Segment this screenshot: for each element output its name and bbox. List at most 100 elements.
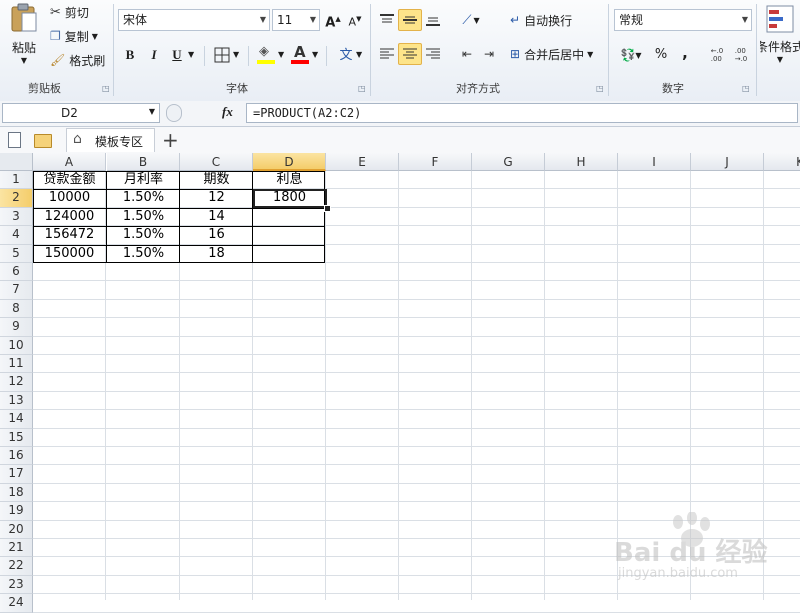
row-header[interactable]: 18 <box>0 483 33 503</box>
row-header[interactable]: 15 <box>0 428 33 447</box>
row-header[interactable]: 2 <box>0 189 33 208</box>
increase-decimal-button[interactable]: ←.0.00 <box>706 44 728 66</box>
row-header[interactable]: 8 <box>0 299 33 319</box>
bold-button[interactable]: B <box>121 46 139 64</box>
row-header[interactable]: 4 <box>0 226 33 245</box>
row-header[interactable]: 16 <box>0 447 33 466</box>
format-painter-button[interactable]: 🖌 格式刷 <box>50 51 110 69</box>
table-header-cell[interactable]: 利息 <box>253 171 326 189</box>
table-cell[interactable]: 1.50% <box>107 226 180 244</box>
table-header-cell[interactable]: 期数 <box>180 171 253 189</box>
align-bottom-button[interactable] <box>422 9 444 31</box>
row-header[interactable]: 24 <box>0 594 33 613</box>
table-cell[interactable]: 1.50% <box>107 189 180 207</box>
row-header[interactable]: 3 <box>0 207 33 227</box>
number-format-combo[interactable]: 常规 ▼ <box>614 9 752 31</box>
row-header[interactable]: 23 <box>0 575 33 595</box>
row-header[interactable]: 5 <box>0 244 33 263</box>
table-cell[interactable]: 156472 <box>33 226 106 244</box>
column-header[interactable]: I <box>618 153 691 171</box>
table-cell[interactable]: 124000 <box>33 208 106 226</box>
align-top-button[interactable] <box>376 9 398 31</box>
name-box[interactable]: D2 ▼ <box>2 103 160 123</box>
row-header[interactable]: 21 <box>0 539 33 558</box>
fill-handle[interactable] <box>324 205 331 212</box>
chevron-down-icon[interactable]: ▼ <box>188 50 194 59</box>
column-header[interactable]: K <box>764 153 800 171</box>
column-header[interactable]: A <box>33 153 106 171</box>
row-header[interactable]: 1 <box>0 171 33 190</box>
formula-input[interactable]: =PRODUCT(A2:C2) <box>246 103 798 123</box>
conditional-format-button[interactable]: 条件格式 ▼ <box>760 2 800 72</box>
copy-button[interactable]: ❐ 复制 ▼ <box>50 27 110 45</box>
table-cell[interactable]: 18 <box>180 245 253 263</box>
italic-button[interactable]: I <box>145 46 163 64</box>
align-middle-button[interactable] <box>398 9 422 31</box>
table-cell[interactable]: 16 <box>180 226 253 244</box>
table-cell[interactable] <box>253 226 326 244</box>
select-all-corner[interactable] <box>0 153 33 171</box>
column-header[interactable]: E <box>326 153 399 171</box>
table-cell[interactable] <box>253 208 326 226</box>
row-header[interactable]: 19 <box>0 502 33 521</box>
row-header[interactable]: 11 <box>0 355 33 374</box>
fill-color-button[interactable]: ◈ <box>256 44 276 66</box>
row-header[interactable]: 10 <box>0 336 33 355</box>
align-right-button[interactable] <box>422 43 444 65</box>
table-cell[interactable]: 150000 <box>33 245 106 263</box>
paste-button[interactable]: 粘贴 ▼ <box>4 2 44 66</box>
font-name-combo[interactable]: 宋体 ▼ <box>118 9 270 31</box>
splitter-handle[interactable] <box>166 104 182 122</box>
table-cell[interactable]: 10000 <box>33 189 106 207</box>
font-color-button[interactable]: A <box>290 43 310 66</box>
borders-icon[interactable] <box>214 47 230 63</box>
table-cell[interactable]: 1.50% <box>107 208 180 226</box>
add-tab-button[interactable]: + <box>162 128 179 152</box>
table-header-cell[interactable]: 贷款金额 <box>33 171 106 189</box>
decrease-indent-button[interactable]: ⇤ <box>456 43 478 65</box>
row-header[interactable]: 14 <box>0 410 33 429</box>
chevron-down-icon[interactable]: ▼ <box>356 50 362 59</box>
row-header[interactable]: 17 <box>0 465 33 484</box>
phonetic-button[interactable]: 文 <box>334 44 358 66</box>
percent-button[interactable]: % <box>652 46 670 64</box>
table-cell[interactable]: 1.50% <box>107 245 180 263</box>
row-header[interactable]: 12 <box>0 373 33 392</box>
font-size-combo[interactable]: 11 ▼ <box>272 9 320 31</box>
decrease-font-size-button[interactable]: A▼ <box>346 10 364 29</box>
decrease-decimal-button[interactable]: .00 →.0 <box>730 44 752 66</box>
increase-indent-button[interactable]: ⇥ <box>478 43 500 65</box>
insert-function-button[interactable]: fx <box>222 104 233 120</box>
row-header[interactable]: 7 <box>0 281 33 300</box>
dialog-launcher-icon[interactable]: ◳ <box>596 84 604 93</box>
accounting-format-button[interactable]: 💱 ▼ <box>616 44 646 66</box>
column-header[interactable]: B <box>107 153 180 171</box>
comma-button[interactable]: , <box>676 44 694 62</box>
chevron-down-icon[interactable]: ▼ <box>278 50 284 59</box>
row-header[interactable]: 6 <box>0 263 33 282</box>
column-header[interactable]: F <box>399 153 472 171</box>
cut-button[interactable]: ✂ 剪切 <box>50 3 100 21</box>
table-cell[interactable]: 1800 <box>253 189 326 207</box>
dialog-launcher-icon[interactable]: ◳ <box>742 84 750 93</box>
table-cell[interactable]: 12 <box>180 189 253 207</box>
table-header-cell[interactable]: 月利率 <box>107 171 180 189</box>
dialog-launcher-icon[interactable]: ◳ <box>102 84 110 93</box>
row-header[interactable]: 9 <box>0 318 33 337</box>
column-header[interactable]: C <box>180 153 253 171</box>
column-header[interactable]: G <box>472 153 545 171</box>
table-cell[interactable] <box>253 245 326 263</box>
row-header[interactable]: 22 <box>0 557 33 576</box>
orientation-button[interactable]: ⟋ ▼ <box>456 9 486 31</box>
increase-font-size-button[interactable]: A▲ <box>324 10 342 30</box>
tab-template-zone[interactable]: ⌂ 模板专区 <box>66 128 155 152</box>
chevron-down-icon[interactable]: ▼ <box>233 50 239 59</box>
column-header[interactable]: D <box>253 153 326 171</box>
column-header[interactable]: H <box>545 153 618 171</box>
table-cell[interactable]: 14 <box>180 208 253 226</box>
align-left-button[interactable] <box>376 43 398 65</box>
row-header[interactable]: 20 <box>0 520 33 539</box>
new-file-icon[interactable] <box>8 132 21 148</box>
column-header[interactable]: J <box>691 153 764 171</box>
folder-icon[interactable] <box>34 134 52 148</box>
